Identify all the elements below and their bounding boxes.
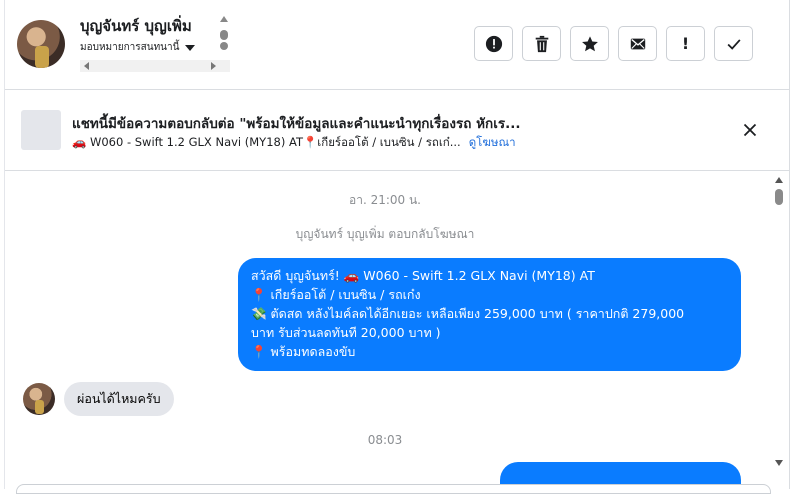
delete-button[interactable] — [522, 26, 561, 61]
message-composer[interactable] — [16, 484, 771, 494]
scroll-down-arrow-icon[interactable] — [775, 460, 783, 466]
ad-subtitle-text: 🚗 W060 - Swift 1.2 GLX Navi (MY18) AT📍เก… — [72, 135, 461, 149]
scroll-right-arrow-icon[interactable] — [211, 62, 216, 70]
message-line: 💸 ตัดสด หลังไมค์ลดได้อีกเยอะ เหลือเพียง … — [251, 306, 685, 321]
mark-spam-button[interactable] — [474, 26, 513, 61]
timestamp: อา. 21:00 น. — [349, 193, 421, 207]
caret-down-icon — [185, 44, 196, 51]
scroll-left-arrow-icon[interactable] — [84, 62, 89, 70]
ad-thumbnail — [21, 110, 61, 150]
conversation-actions: ! — [474, 26, 753, 61]
ad-title: แชทนี้มีข้อความตอบกลับต่อ "พร้อมให้ข้อมู… — [72, 116, 521, 132]
contact-avatar-small[interactable] — [23, 383, 55, 415]
header-vertical-scrollbar[interactable] — [219, 16, 229, 58]
ad-reply-notice: บุญจันทร์ บุญเพิ่ม ตอบกลับโฆษณา — [295, 227, 475, 241]
view-ad-link[interactable]: ดูโฆษณา — [469, 135, 516, 149]
star-button[interactable] — [570, 26, 609, 61]
assign-conversation-dropdown[interactable]: มอบหมายการสนทนานี้ — [80, 40, 196, 55]
header-horizontal-scrollbar[interactable] — [80, 60, 230, 72]
timestamp: 08:03 — [367, 433, 403, 447]
assign-label: มอบหมายการสนทนานี้ — [80, 42, 180, 53]
ad-subtitle: 🚗 W060 - Swift 1.2 GLX Navi (MY18) AT📍เก… — [72, 134, 516, 152]
alert-circle-icon — [485, 35, 502, 52]
message-line: สวัสดี บุญจันทร์! 🚗 W060 - Swift 1.2 GLX… — [251, 268, 595, 283]
exclamation-icon: ! — [681, 34, 690, 53]
conversation-header: บุญจันทร์ บุญเพิ่ม มอบหมายการสนทนานี้ ! — [5, 0, 789, 90]
scroll-thumb[interactable] — [220, 30, 228, 40]
message-line: บาท รับส่วนลดทันที 20,000 บาท ) — [251, 325, 441, 340]
scroll-thumb[interactable] — [775, 189, 783, 205]
mark-done-button[interactable] — [714, 26, 753, 61]
incoming-message[interactable]: ผ่อนได้ไหมครับ — [64, 382, 174, 416]
ad-context-bar: แชทนี้มีข้อความตอบกลับต่อ "พร้อมให้ข้อมู… — [5, 91, 789, 171]
envelope-icon — [630, 38, 645, 49]
contact-avatar[interactable] — [17, 20, 65, 68]
close-icon[interactable] — [742, 122, 758, 138]
checkmark-icon — [727, 38, 741, 50]
scroll-up-arrow-icon[interactable] — [220, 16, 228, 22]
outgoing-message[interactable]: สวัสดี บุญจันทร์! 🚗 W060 - Swift 1.2 GLX… — [238, 258, 741, 371]
star-icon — [581, 35, 598, 51]
mark-unread-button[interactable] — [618, 26, 657, 61]
contact-name[interactable]: บุญจันทร์ บุญเพิ่ม — [80, 14, 192, 38]
message-thread[interactable]: อา. 21:00 น. บุญจันทร์ บุญเพิ่ม ตอบกลับโ… — [5, 172, 789, 489]
scroll-up-arrow-icon[interactable] — [775, 177, 783, 183]
inbox-conversation-panel: บุญจันทร์ บุญเพิ่ม มอบหมายการสนทนานี้ ! … — [0, 0, 792, 494]
message-line: 📍 เกียร์ออโต้ / เบนซิน / รถเก๋ง — [251, 287, 421, 302]
message-line: 📍 พร้อมทดลองขับ — [251, 344, 356, 359]
follow-up-button[interactable]: ! — [666, 26, 705, 61]
scroll-thumb-lower[interactable] — [220, 42, 228, 50]
thread-scrollbar[interactable] — [772, 172, 786, 471]
trash-icon — [535, 35, 548, 52]
